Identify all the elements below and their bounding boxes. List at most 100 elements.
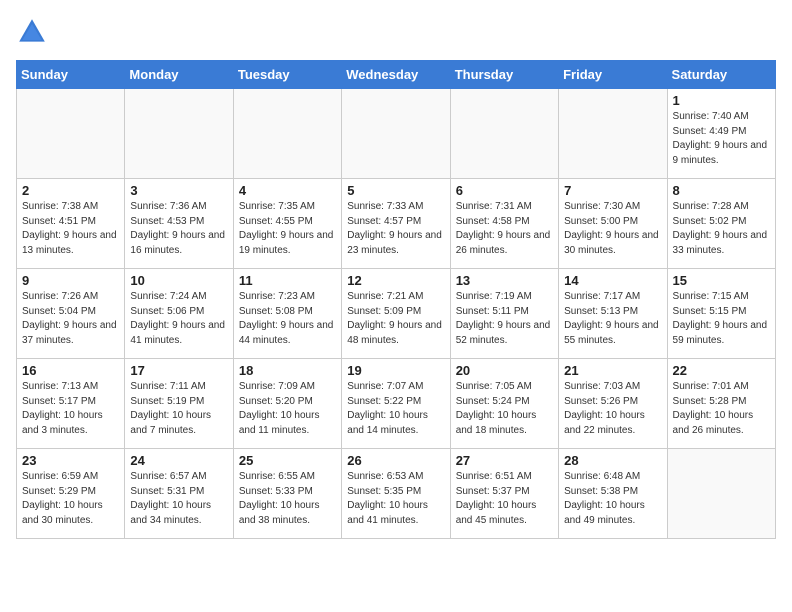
day-number: 26	[347, 453, 444, 468]
week-row-1: 2 Sunrise: 7:38 AM Sunset: 4:51 PM Daylig…	[17, 179, 776, 269]
day-number: 22	[673, 363, 770, 378]
day-number: 28	[564, 453, 661, 468]
calendar-cell: 14 Sunrise: 7:17 AM Sunset: 5:13 PM Dayli…	[559, 269, 667, 359]
calendar-cell: 24 Sunrise: 6:57 AM Sunset: 5:31 PM Dayli…	[125, 449, 233, 539]
day-info: Sunrise: 7:01 AM Sunset: 5:28 PM Dayligh…	[673, 380, 770, 438]
header-saturday: Saturday	[667, 61, 775, 89]
day-info: Sunrise: 7:03 AM Sunset: 5:26 PM Dayligh…	[564, 380, 661, 438]
calendar-cell: 25 Sunrise: 6:55 AM Sunset: 5:33 PM Dayli…	[233, 449, 341, 539]
day-info: Sunrise: 7:05 AM Sunset: 5:24 PM Dayligh…	[456, 380, 553, 438]
day-info: Sunrise: 7:21 AM Sunset: 5:09 PM Dayligh…	[347, 290, 444, 348]
day-info: Sunrise: 7:28 AM Sunset: 5:02 PM Dayligh…	[673, 200, 770, 258]
day-info: Sunrise: 6:51 AM Sunset: 5:37 PM Dayligh…	[456, 470, 553, 528]
day-number: 20	[456, 363, 553, 378]
day-number: 3	[130, 183, 227, 198]
calendar-cell: 4 Sunrise: 7:35 AM Sunset: 4:55 PM Daylig…	[233, 179, 341, 269]
day-info: Sunrise: 7:19 AM Sunset: 5:11 PM Dayligh…	[456, 290, 553, 348]
calendar-cell	[125, 89, 233, 179]
day-info: Sunrise: 7:38 AM Sunset: 4:51 PM Dayligh…	[22, 200, 119, 258]
week-row-2: 9 Sunrise: 7:26 AM Sunset: 5:04 PM Daylig…	[17, 269, 776, 359]
day-info: Sunrise: 6:55 AM Sunset: 5:33 PM Dayligh…	[239, 470, 336, 528]
day-number: 14	[564, 273, 661, 288]
logo-icon	[16, 16, 48, 48]
calendar-cell: 16 Sunrise: 7:13 AM Sunset: 5:17 PM Dayli…	[17, 359, 125, 449]
day-number: 24	[130, 453, 227, 468]
calendar-cell: 2 Sunrise: 7:38 AM Sunset: 4:51 PM Daylig…	[17, 179, 125, 269]
header-thursday: Thursday	[450, 61, 558, 89]
calendar-cell: 5Sunrise: 7:33 AM Sunset: 4:57 PM Daylig…	[342, 179, 450, 269]
day-info: Sunrise: 7:40 AM Sunset: 4:49 PM Dayligh…	[673, 110, 770, 168]
day-info: Sunrise: 7:36 AM Sunset: 4:53 PM Dayligh…	[130, 200, 227, 258]
week-row-4: 23 Sunrise: 6:59 AM Sunset: 5:29 PM Dayli…	[17, 449, 776, 539]
day-info: Sunrise: 7:07 AM Sunset: 5:22 PM Dayligh…	[347, 380, 444, 438]
day-info: Sunrise: 6:59 AM Sunset: 5:29 PM Dayligh…	[22, 470, 119, 528]
day-number: 1	[673, 93, 770, 108]
calendar-cell: 10 Sunrise: 7:24 AM Sunset: 5:06 PM Dayli…	[125, 269, 233, 359]
day-info: Sunrise: 7:33 AM Sunset: 4:57 PM Dayligh…	[347, 200, 444, 258]
calendar-cell: 27 Sunrise: 6:51 AM Sunset: 5:37 PM Dayli…	[450, 449, 558, 539]
day-info: Sunrise: 7:23 AM Sunset: 5:08 PM Dayligh…	[239, 290, 336, 348]
day-number: 16	[22, 363, 119, 378]
calendar-cell: 9 Sunrise: 7:26 AM Sunset: 5:04 PM Daylig…	[17, 269, 125, 359]
day-info: Sunrise: 7:17 AM Sunset: 5:13 PM Dayligh…	[564, 290, 661, 348]
day-number: 8	[673, 183, 770, 198]
day-info: Sunrise: 6:57 AM Sunset: 5:31 PM Dayligh…	[130, 470, 227, 528]
week-row-3: 16 Sunrise: 7:13 AM Sunset: 5:17 PM Dayli…	[17, 359, 776, 449]
day-number: 2	[22, 183, 119, 198]
day-number: 23	[22, 453, 119, 468]
day-number: 18	[239, 363, 336, 378]
header-wednesday: Wednesday	[342, 61, 450, 89]
day-number: 7	[564, 183, 661, 198]
calendar-cell: 20 Sunrise: 7:05 AM Sunset: 5:24 PM Dayli…	[450, 359, 558, 449]
calendar-cell	[559, 89, 667, 179]
day-number: 15	[673, 273, 770, 288]
calendar-cell	[233, 89, 341, 179]
day-info: Sunrise: 7:11 AM Sunset: 5:19 PM Dayligh…	[130, 380, 227, 438]
calendar-cell: 6 Sunrise: 7:31 AM Sunset: 4:58 PM Daylig…	[450, 179, 558, 269]
day-number: 9	[22, 273, 119, 288]
day-info: Sunrise: 7:09 AM Sunset: 5:20 PM Dayligh…	[239, 380, 336, 438]
day-number: 21	[564, 363, 661, 378]
day-number: 12	[347, 273, 444, 288]
day-number: 17	[130, 363, 227, 378]
calendar-cell: 18 Sunrise: 7:09 AM Sunset: 5:20 PM Dayli…	[233, 359, 341, 449]
day-number: 27	[456, 453, 553, 468]
day-info: Sunrise: 7:31 AM Sunset: 4:58 PM Dayligh…	[456, 200, 553, 258]
calendar-cell: 19 Sunrise: 7:07 AM Sunset: 5:22 PM Dayli…	[342, 359, 450, 449]
header-tuesday: Tuesday	[233, 61, 341, 89]
day-number: 25	[239, 453, 336, 468]
day-info: Sunrise: 6:53 AM Sunset: 5:35 PM Dayligh…	[347, 470, 444, 528]
calendar-cell: 8 Sunrise: 7:28 AM Sunset: 5:02 PM Daylig…	[667, 179, 775, 269]
calendar-cell: 15Sunrise: 7:15 AM Sunset: 5:15 PM Dayli…	[667, 269, 775, 359]
calendar-cell: 1 Sunrise: 7:40 AM Sunset: 4:49 PM Daylig…	[667, 89, 775, 179]
calendar-cell: 12 Sunrise: 7:21 AM Sunset: 5:09 PM Dayli…	[342, 269, 450, 359]
calendar-cell: 13 Sunrise: 7:19 AM Sunset: 5:11 PM Dayli…	[450, 269, 558, 359]
header-sunday: Sunday	[17, 61, 125, 89]
day-number: 19	[347, 363, 444, 378]
day-number: 4	[239, 183, 336, 198]
day-info: Sunrise: 7:26 AM Sunset: 5:04 PM Dayligh…	[22, 290, 119, 348]
day-info: Sunrise: 6:48 AM Sunset: 5:38 PM Dayligh…	[564, 470, 661, 528]
calendar-cell: 28 Sunrise: 6:48 AM Sunset: 5:38 PM Dayli…	[559, 449, 667, 539]
day-number: 6	[456, 183, 553, 198]
calendar-cell: 11Sunrise: 7:23 AM Sunset: 5:08 PM Dayli…	[233, 269, 341, 359]
calendar-cell	[17, 89, 125, 179]
logo	[16, 16, 52, 48]
calendar-cell	[450, 89, 558, 179]
day-info: Sunrise: 7:30 AM Sunset: 5:00 PM Dayligh…	[564, 200, 661, 258]
calendar-table: SundayMondayTuesdayWednesdayThursdayFrid…	[16, 60, 776, 539]
day-number: 10	[130, 273, 227, 288]
calendar-cell: 17 Sunrise: 7:11 AM Sunset: 5:19 PM Dayli…	[125, 359, 233, 449]
day-info: Sunrise: 7:35 AM Sunset: 4:55 PM Dayligh…	[239, 200, 336, 258]
page-header	[16, 16, 776, 48]
day-info: Sunrise: 7:13 AM Sunset: 5:17 PM Dayligh…	[22, 380, 119, 438]
calendar-cell	[667, 449, 775, 539]
day-info: Sunrise: 7:24 AM Sunset: 5:06 PM Dayligh…	[130, 290, 227, 348]
calendar-cell	[342, 89, 450, 179]
calendar-cell: 7 Sunrise: 7:30 AM Sunset: 5:00 PM Daylig…	[559, 179, 667, 269]
calendar-cell: 3 Sunrise: 7:36 AM Sunset: 4:53 PM Daylig…	[125, 179, 233, 269]
header-friday: Friday	[559, 61, 667, 89]
day-number: 13	[456, 273, 553, 288]
week-row-0: 1 Sunrise: 7:40 AM Sunset: 4:49 PM Daylig…	[17, 89, 776, 179]
calendar-cell: 26 Sunrise: 6:53 AM Sunset: 5:35 PM Dayli…	[342, 449, 450, 539]
